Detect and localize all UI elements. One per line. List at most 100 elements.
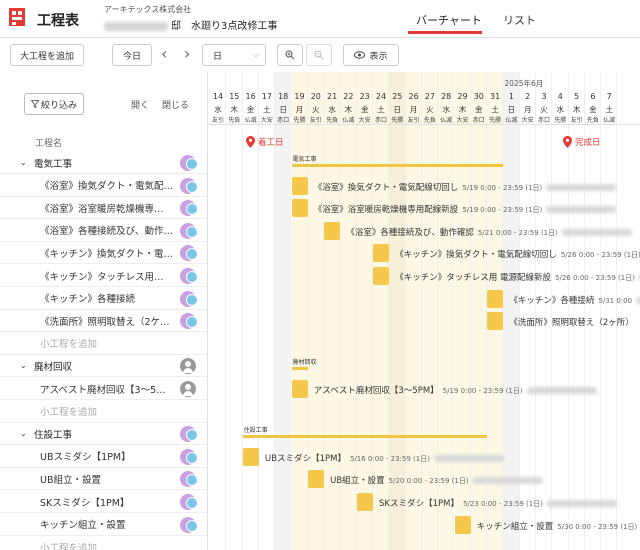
rokuyo-label: 仏滅 (440, 117, 453, 124)
tab-list[interactable]: リスト (503, 12, 536, 28)
filter-icon (30, 100, 39, 108)
group-span-line (242, 435, 488, 439)
task-row[interactable]: UB組立・設置 (0, 468, 208, 491)
assignee-avatar[interactable] (180, 358, 196, 375)
zoom-in-button[interactable] (277, 44, 303, 66)
app-logo-icon (9, 8, 25, 26)
task-row[interactable]: UBスミダシ【1PM】 (0, 446, 208, 468)
zoom-out-button[interactable] (306, 44, 332, 66)
assignee-avatar[interactable] (180, 471, 198, 488)
assignee-avatar[interactable] (180, 155, 198, 171)
add-subprocess-row[interactable]: 小工程を追加 (0, 401, 208, 423)
expand-all-button[interactable]: 開く (131, 98, 149, 111)
bar-title: SKスミダシ【1PM】 (379, 499, 460, 509)
task-row[interactable]: 《キッチン》各種接続 (0, 288, 208, 310)
assignee-avatar[interactable] (180, 222, 198, 239)
day-number: 14 (212, 92, 224, 101)
day-number: 28 (441, 92, 452, 101)
add-subprocess-link[interactable]: 小工程を追加 (40, 540, 97, 550)
bar-time: 5/26 0:00 - 23:59 (1日) (555, 274, 635, 282)
rokuyo-label: 大安 (260, 117, 273, 124)
assignee-avatar[interactable] (180, 494, 198, 510)
assignee-avatar[interactable] (180, 426, 198, 443)
display-settings-button[interactable]: 表示 (343, 44, 399, 66)
add-subprocess-link[interactable]: 小工程を追加 (40, 336, 97, 350)
task-row[interactable]: 《浴室》換気ダクト・電気配… (0, 175, 208, 197)
task-row[interactable]: 《洗面所》照明取替え（2ケ… (0, 310, 208, 333)
task-row[interactable]: 《浴室》各種接続及び、動作… (0, 220, 208, 242)
bar-time: 5/19 0:00 - 23:59 (1日) (442, 387, 523, 395)
assignee-avatar[interactable] (180, 516, 198, 533)
assignee-avatar[interactable] (180, 200, 198, 217)
weekday-label: 月 (295, 105, 304, 114)
task-name: 《洗面所》照明取替え（2ケ… (40, 316, 170, 328)
task-bar-label: キッチン組立・設置 5/30 0:00 - 23:59 (1日) (477, 520, 640, 532)
header-divider (208, 124, 640, 125)
column-header-process-name: 工程名 (35, 139, 63, 149)
assignee-avatar[interactable] (180, 268, 198, 284)
filter-button[interactable]: 絞り込み (24, 93, 84, 115)
weekday-label: 水 (214, 105, 222, 114)
next-arrow-icon[interactable]: › (184, 44, 190, 63)
bar-title: UBスミダシ【1PM】 (264, 453, 346, 464)
group-row[interactable]: ⌄ 廃材回収 (0, 355, 208, 378)
group-row[interactable]: ⌄ 住設工事 (0, 423, 208, 446)
group-row[interactable]: ⌄ 電気工事 (0, 152, 208, 174)
add-subprocess-link[interactable]: 小工程を追加 (40, 404, 97, 418)
task-bar[interactable] (291, 199, 308, 218)
assignee-avatar[interactable] (180, 313, 198, 330)
chevron-down-icon[interactable]: ⌄ (20, 429, 27, 438)
redacted-text (546, 183, 617, 191)
gantt-chart: 14 水友引 15 木先負 16 金仏滅 17 土大安 18 日赤口 19 月先勝 20 火友引 21 水先負… (208, 72, 640, 550)
prev-arrow-icon[interactable]: ‹ (161, 44, 167, 63)
add-subprocess-row[interactable]: 小工程を追加 (0, 333, 208, 355)
bar-title: 《キッチン》タッチレス用 電源配線新設 (395, 273, 552, 283)
collapse-all-button[interactable]: 閉じる (162, 98, 189, 111)
task-row[interactable]: SKスミダシ【1PM】 (0, 491, 208, 513)
task-bar[interactable] (487, 289, 504, 308)
weekday-label: 金 (246, 105, 255, 114)
task-bar[interactable] (487, 312, 504, 331)
view-unit-select[interactable]: 日 ⌵ (202, 44, 266, 66)
day-number: 22 (343, 92, 354, 101)
task-bar[interactable] (307, 470, 324, 489)
day-number: 19 (294, 92, 305, 101)
task-row[interactable]: 《浴室》浴室暖房乾燥機専… (0, 197, 208, 220)
day-number: 4 (557, 92, 563, 101)
add-subprocess-row[interactable]: 小工程を追加 (0, 536, 208, 550)
assignee-avatar[interactable] (180, 245, 198, 262)
assignee-avatar[interactable] (180, 448, 198, 465)
task-bar[interactable] (454, 515, 471, 534)
bar-title: 《キッチン》各種接続 (509, 295, 595, 306)
assignee-avatar[interactable] (180, 177, 198, 194)
tab-bar-chart[interactable]: バーチャート (416, 12, 482, 28)
task-bar[interactable] (373, 267, 389, 285)
weekday-label: 月 (523, 105, 532, 114)
redacted-text (546, 500, 617, 507)
bar-time: 5/31 0:00 (598, 296, 633, 305)
task-row[interactable]: キッチン組立・設置 (0, 514, 208, 536)
chevron-down-icon[interactable]: ⌄ (20, 158, 27, 167)
day-number: 23 (359, 92, 370, 101)
task-bar[interactable] (291, 380, 308, 398)
task-bar[interactable] (356, 493, 373, 511)
task-bar[interactable] (324, 221, 341, 240)
bar-title: 《浴室》換気ダクト・電気配線切回し (313, 182, 459, 193)
task-row[interactable]: アスベスト廃材回収【3〜5… (0, 378, 208, 400)
chevron-down-icon[interactable]: ⌄ (20, 361, 27, 370)
task-bar[interactable] (373, 244, 389, 263)
add-major-process-button[interactable]: 大工程を追加 (10, 44, 84, 66)
today-button[interactable]: 今日 (112, 44, 152, 66)
rokuyo-label: 先負 (586, 117, 599, 124)
bar-time: 5/26 0:00 - 23:59 (1日) (560, 251, 640, 260)
task-bar[interactable] (242, 447, 259, 466)
task-row[interactable]: 《キッチン》タッチレス用… (0, 265, 208, 287)
redacted-text (561, 228, 632, 236)
task-bar-label: SKスミダシ【1PM】 5/23 0:00 - 23:59 (1日) (379, 497, 617, 509)
assignee-avatar[interactable] (180, 381, 196, 397)
assignee-avatar[interactable] (180, 290, 198, 307)
weekday-label: 火 (426, 105, 434, 114)
task-row[interactable]: 《キッチン》換気ダクト・電… (0, 242, 208, 265)
task-bar[interactable] (291, 176, 308, 195)
weekday-label: 日 (393, 105, 402, 114)
